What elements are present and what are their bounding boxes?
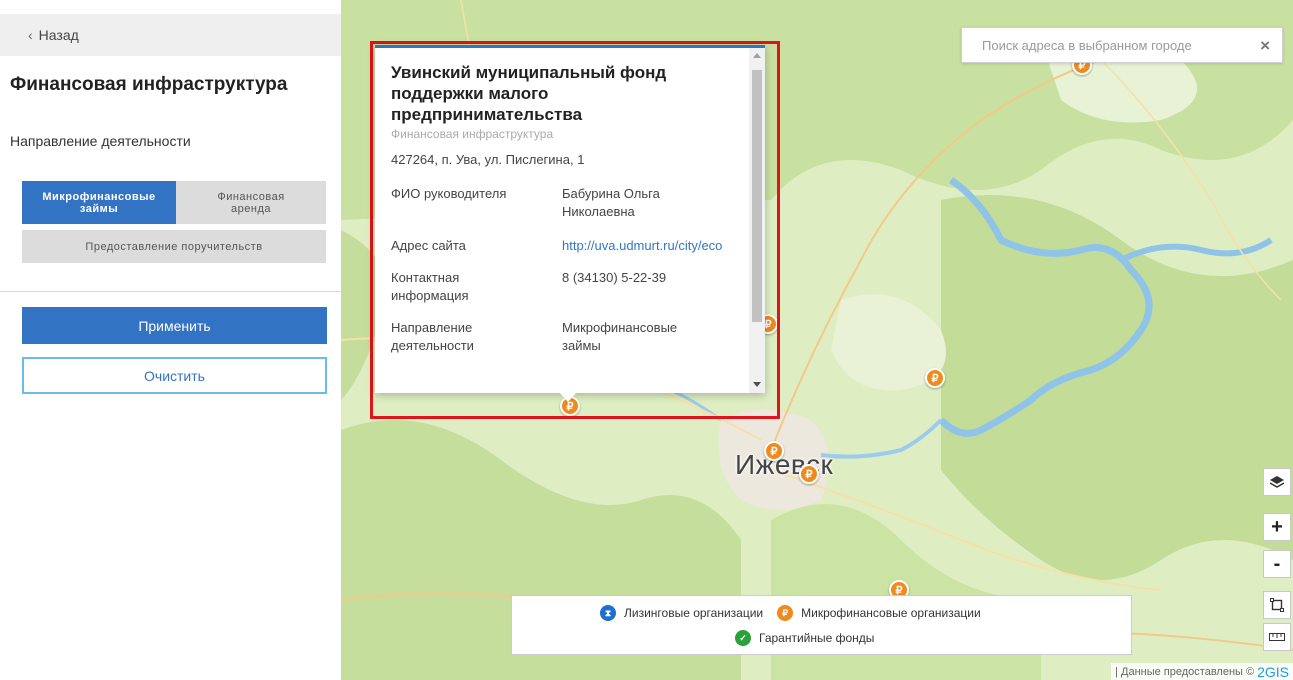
close-icon[interactable]: × [1260, 36, 1270, 56]
map-attribution: | Данные предоставлены © 2GIS [1111, 663, 1293, 680]
filter-section-label: Направление деятельности [10, 133, 191, 149]
ruble-icon: ₽ [777, 605, 794, 621]
popup-row-website: Адрес сайта http://uva.udmurt.ru/city/ec… [391, 237, 747, 255]
filter-microloans-label: Микрофинансовые займы [42, 190, 156, 215]
popup-row-direction: Направление деятельности Микрофинансовые… [391, 319, 747, 355]
ruler-button[interactable] [1263, 623, 1291, 651]
map-view[interactable]: Ижевск ₽ ₽ ₽ ₽ ₽ ₽ ₽ × Увинский муниципа… [341, 0, 1293, 680]
microfinance-marker[interactable]: ₽ [764, 441, 784, 461]
popup-row-value-wrap: http://uva.udmurt.ru/city/eco [562, 237, 747, 255]
popup-row-value: Бабурина Ольга Николаевна [562, 186, 660, 219]
scrollbar-thumb[interactable] [752, 70, 762, 322]
popup-row-key: ФИО руководителя [391, 186, 507, 201]
microfinance-marker[interactable]: ₽ [799, 464, 819, 484]
popup-row-key: Контактная информация [391, 270, 469, 303]
sidebar-divider [0, 291, 341, 292]
apply-button[interactable]: Применить [22, 307, 327, 344]
popup-title: Увинский муниципальный фонд поддержки ма… [391, 63, 667, 124]
scroll-up-icon[interactable] [753, 53, 761, 58]
back-label: Назад [38, 27, 79, 43]
website-link[interactable]: http://uva.udmurt.ru/city/eco [562, 238, 722, 253]
clear-button[interactable]: Очистить [22, 357, 327, 394]
filter-guarantees-button[interactable]: Предоставление поручительств [22, 230, 326, 263]
popup-address: 427264, п. Ува, ул. Пислегина, 1 [391, 152, 585, 167]
back-button[interactable]: ‹ Назад [0, 14, 341, 56]
filter-sidebar: ‹ Назад Финансовая инфраструктура Направ… [0, 0, 341, 680]
select-area-icon [1270, 598, 1284, 612]
address-search-box: × [961, 27, 1283, 63]
chevron-left-icon: ‹ [28, 27, 33, 43]
map-legend: ⧗ Лизинговые организации ₽ Микрофинансов… [511, 595, 1132, 655]
popup-row-key: Направление деятельности [391, 320, 474, 353]
legend-item-guarantee-funds: ✓ Гарантийные фонды [735, 630, 874, 646]
zoom-in-button[interactable]: + [1263, 513, 1291, 541]
popup-row-contact: Контактная информация 8 (34130) 5-22-39 [391, 269, 747, 305]
attribution-text: | Данные предоставлены © [1115, 665, 1255, 678]
popup-tail [559, 392, 577, 402]
popup-category: Финансовая инфраструктура [391, 127, 554, 141]
popup-row-value: Микрофинансовые займы [562, 320, 678, 353]
filter-microloans-button[interactable]: Микрофинансовые займы [22, 181, 176, 224]
layers-icon [1270, 476, 1284, 488]
hourglass-icon: ⧗ [600, 605, 616, 621]
legend-item-leasing: ⧗ Лизинговые организации [600, 605, 763, 621]
layers-button[interactable] [1263, 468, 1291, 496]
popup-row-key: Адрес сайта [391, 238, 466, 253]
filter-finance-rent-label: Финансовая аренда [217, 190, 285, 215]
popup-scrollbar[interactable] [749, 48, 765, 393]
zoom-out-button[interactable]: - [1263, 550, 1291, 578]
filter-finance-rent-button[interactable]: Финансовая аренда [176, 181, 326, 224]
select-area-button[interactable] [1263, 591, 1291, 619]
attribution-brand-link[interactable]: 2GIS [1257, 664, 1289, 680]
popup-row-value: 8 (34130) 5-22-39 [562, 270, 667, 285]
organization-popup: Увинский муниципальный фонд поддержки ма… [375, 45, 765, 393]
legend-leasing-label: Лизинговые организации [624, 606, 764, 620]
legend-guarantee-label: Гарантийные фонды [759, 631, 875, 645]
microfinance-marker[interactable]: ₽ [925, 368, 945, 388]
legend-row: ⧗ Лизинговые организации ₽ Микрофинансов… [600, 605, 995, 621]
address-search-input[interactable] [982, 37, 1242, 53]
legend-microfinance-label: Микрофинансовые организации [801, 606, 981, 620]
scroll-down-icon[interactable] [753, 382, 761, 387]
thumbs-up-icon: ✓ [735, 630, 751, 646]
legend-row: ✓ Гарантийные фонды [735, 630, 888, 646]
ruler-icon [1269, 633, 1285, 641]
legend-item-microfinance: ₽ Микрофинансовые организации [777, 605, 981, 621]
page-title: Финансовая инфраструктура [10, 74, 288, 95]
popup-row-director: ФИО руководителя Бабурина Ольга Николаев… [391, 185, 747, 221]
filter-guarantees-label: Предоставление поручительств [85, 240, 263, 253]
